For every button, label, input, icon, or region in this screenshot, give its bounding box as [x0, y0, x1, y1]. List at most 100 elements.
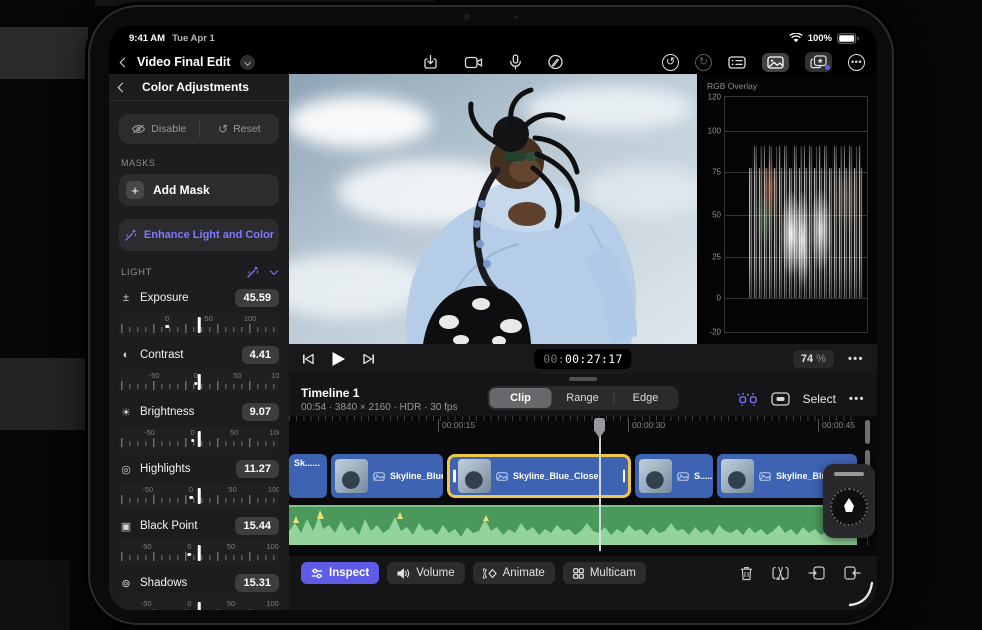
shadows-icon: ⊚: [121, 577, 131, 590]
volume-button[interactable]: Volume: [387, 562, 465, 584]
project-menu-button[interactable]: [239, 54, 255, 70]
pencil-tool-icon[interactable]: [548, 54, 564, 70]
contrast-value[interactable]: 4.41: [241, 346, 279, 364]
previous-frame-button[interactable]: [302, 353, 314, 365]
brightness-value[interactable]: 9.07: [241, 403, 279, 421]
video-preview[interactable]: [289, 74, 697, 344]
next-frame-button[interactable]: [363, 353, 375, 365]
inspect-button[interactable]: Inspect: [301, 562, 380, 584]
multicam-button[interactable]: Multicam: [562, 562, 646, 584]
rgb-overlay-scope: RGB Overlay 120 100 75 50 25 0 -20: [698, 74, 877, 344]
status-bar: 9:41 AM Tue Apr 1 100%: [109, 26, 877, 46]
highlights-value[interactable]: 11.27: [236, 460, 279, 478]
disable-button[interactable]: Disable: [119, 114, 199, 144]
slider-brightness: ☀ Brightness 9.07 -50 0 50 100: [119, 400, 279, 450]
slider-handle[interactable]: [197, 374, 201, 390]
import-media-icon[interactable]: [423, 54, 439, 70]
slider-shadows: ⊚ Shadows 15.31 -50 0 50 100: [119, 571, 279, 610]
enhance-light-color-button[interactable]: Enhance Light and Color: [119, 219, 279, 251]
clip-connection-icon[interactable]: [737, 392, 758, 406]
microphone-icon[interactable]: [510, 54, 522, 70]
exposure-icon: ±: [122, 292, 130, 304]
effects-badge-dot: [825, 65, 830, 70]
inspector-list-icon[interactable]: [728, 55, 746, 69]
corner-gesture-arc: [848, 581, 874, 607]
timeline-header: Timeline 1 00:54 · 3840 × 2160 · HDR · 3…: [289, 382, 877, 416]
timeline-resize-handle[interactable]: [569, 377, 597, 381]
clip-media-icon: [496, 471, 508, 481]
timeline-clip[interactable]: S......: [635, 454, 713, 498]
timeline-clip[interactable]: Skyline_Blue_Wide: [331, 454, 443, 498]
timeline-name[interactable]: Timeline 1: [301, 386, 457, 400]
back-chevron-icon[interactable]: [119, 57, 130, 67]
battery-percent: 100%: [807, 32, 832, 44]
background-shape: [0, 358, 88, 430]
reset-button[interactable]: ↺ Reset: [200, 114, 280, 144]
contrast-slider-track[interactable]: -50 0 50 100: [119, 370, 279, 393]
blade-split-icon[interactable]: [772, 566, 789, 580]
timeline-clip-selected[interactable]: Skyline_Blue_Close: [447, 454, 631, 498]
battery-icon: [837, 32, 859, 44]
shadows-slider-track[interactable]: -50 0 50 100: [119, 598, 279, 610]
status-date: Tue Apr 1: [172, 32, 215, 44]
camera-icon[interactable]: [464, 56, 484, 69]
light-heading: LIGHT: [121, 267, 152, 278]
overlay-view-icon[interactable]: [770, 392, 790, 406]
project-title[interactable]: Video Final Edit: [137, 55, 231, 69]
add-mask-button[interactable]: + Add Mask: [119, 174, 279, 206]
brightness-slider-track[interactable]: -50 0 50 100: [119, 427, 279, 450]
speaker-icon: [397, 567, 410, 579]
animate-button[interactable]: Animate: [472, 562, 555, 584]
jog-handle-bar[interactable]: [834, 472, 864, 476]
preview-frame-image: [289, 74, 697, 344]
effects-icon[interactable]: [805, 52, 832, 72]
slider-handle[interactable]: [197, 488, 201, 504]
audio-track[interactable]: [289, 505, 857, 545]
jog-control-panel: [823, 464, 875, 538]
trash-icon[interactable]: [740, 566, 753, 581]
brightness-icon: ☀: [121, 406, 131, 419]
black-point-value[interactable]: 15.44: [235, 517, 279, 535]
exposure-value[interactable]: 45.59: [235, 289, 279, 307]
mode-clip[interactable]: Clip: [489, 388, 552, 408]
mode-edge[interactable]: Edge: [615, 388, 677, 408]
slider-handle[interactable]: [197, 545, 201, 561]
black-point-slider-track[interactable]: -50 0 50 100: [119, 541, 279, 564]
mode-range[interactable]: Range: [552, 388, 614, 408]
timecode-display[interactable]: 00:00:27:17: [534, 349, 632, 369]
zoom-level-badge[interactable]: 74%: [792, 350, 834, 368]
overwrite-clip-icon[interactable]: [844, 566, 861, 580]
collapse-chevron-icon[interactable]: [269, 266, 279, 276]
status-time: 9:41 AM: [129, 32, 166, 44]
scope-plot: 120 100 75 50 25 0 -20: [708, 93, 868, 337]
ruler-ticks: [289, 416, 857, 421]
media-browser-icon[interactable]: [762, 52, 789, 72]
more-menu-icon[interactable]: •••: [848, 53, 865, 71]
ipad-device-frame: 9:41 AM Tue Apr 1 100% Video Final Edit: [88, 5, 894, 625]
insert-clip-icon[interactable]: [808, 566, 825, 580]
select-tool-label[interactable]: Select: [803, 392, 836, 406]
timeline-ruler[interactable]: 00:00:15 00:00:30 00:00:45: [289, 416, 857, 442]
front-camera: [464, 14, 470, 20]
highlights-icon: ◎: [121, 463, 131, 476]
undo-icon[interactable]: ↺: [662, 53, 679, 71]
play-button[interactable]: [331, 351, 346, 367]
exposure-slider-track[interactable]: 0 50 100: [119, 313, 279, 336]
timeline-clip[interactable]: Sk......: [289, 454, 327, 498]
timeline-more-icon[interactable]: •••: [849, 393, 865, 405]
jog-dial[interactable]: [830, 488, 868, 526]
slider-highlights: ◎ Highlights 11.27 -50 0 50 100: [119, 457, 279, 507]
reset-label: Reset: [233, 123, 261, 135]
slider-handle[interactable]: [197, 602, 201, 610]
preview-more-icon[interactable]: •••: [848, 353, 864, 365]
clip-thumbnail: [639, 459, 672, 493]
color-adjustments-panel: Color Adjustments Disable ↺ Reset MASKS …: [109, 74, 289, 610]
enhance-label: Enhance Light and Color: [143, 229, 275, 241]
slider-handle[interactable]: [197, 431, 201, 447]
highlights-slider-track[interactable]: -50 0 50 100: [119, 484, 279, 507]
slider-handle[interactable]: [197, 317, 201, 333]
light-wand-icon[interactable]: [246, 266, 259, 279]
slider-contrast: ◐ Contrast 4.41 -50 0 50 100: [119, 343, 279, 393]
shadows-value[interactable]: 15.31: [235, 574, 279, 592]
background-shape: [0, 560, 70, 630]
